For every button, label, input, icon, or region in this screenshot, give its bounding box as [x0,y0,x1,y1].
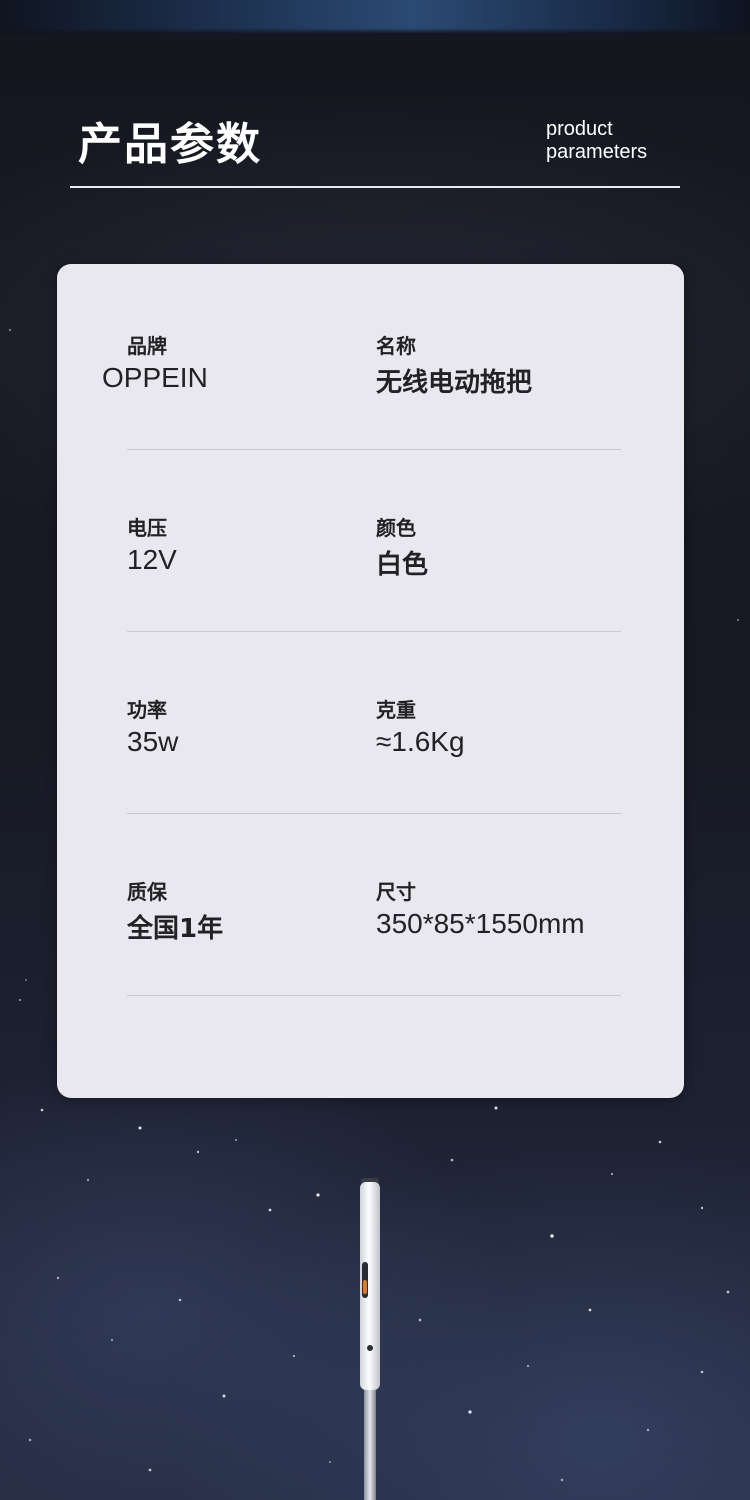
spec-value: 全国1年 [127,914,224,944]
spec-label: 电压 [127,516,167,540]
spec-value: OPPEIN [102,362,208,393]
spec-value: 无线电动拖把 [376,368,533,398]
spec-label: 功率 [127,698,167,722]
mop-handle-image [360,1178,380,1500]
spec-label: 颜色 [376,516,416,540]
spec-label: 品牌 [127,334,167,358]
spec-row: 电压 12V 颜色 白色 [57,450,684,632]
spec-label: 名称 [376,334,416,358]
spec-label: 克重 [376,698,416,722]
spec-value: 白色 [376,550,429,580]
spec-row: 功率 35w 克重 ≈1.6Kg [57,632,684,814]
spec-value: ≈1.6Kg [376,726,465,757]
spec-row: 质保 全国1年 尺寸 350*85*1550mm [57,814,684,996]
spec-value: 35w [127,726,179,757]
section-subtitle-en: product parameters [546,118,676,164]
spec-label: 尺寸 [376,880,416,904]
spec-value: 12V [127,544,177,575]
section-title: 产品参数 [78,119,262,170]
spec-row: 品牌 OPPEIN 名称 无线电动拖把 [57,268,684,450]
section-header: 产品参数 product parameters [70,100,680,188]
subtitle-line-1: product [546,118,613,140]
subtitle-line-2: parameters [546,141,648,163]
row-divider [127,995,621,996]
spec-card: 品牌 OPPEIN 名称 无线电动拖把 电压 12V 颜色 白色 功率 35w … [57,264,684,1098]
spec-value: 350*85*1550mm [376,908,585,939]
spec-label: 质保 [127,880,167,904]
